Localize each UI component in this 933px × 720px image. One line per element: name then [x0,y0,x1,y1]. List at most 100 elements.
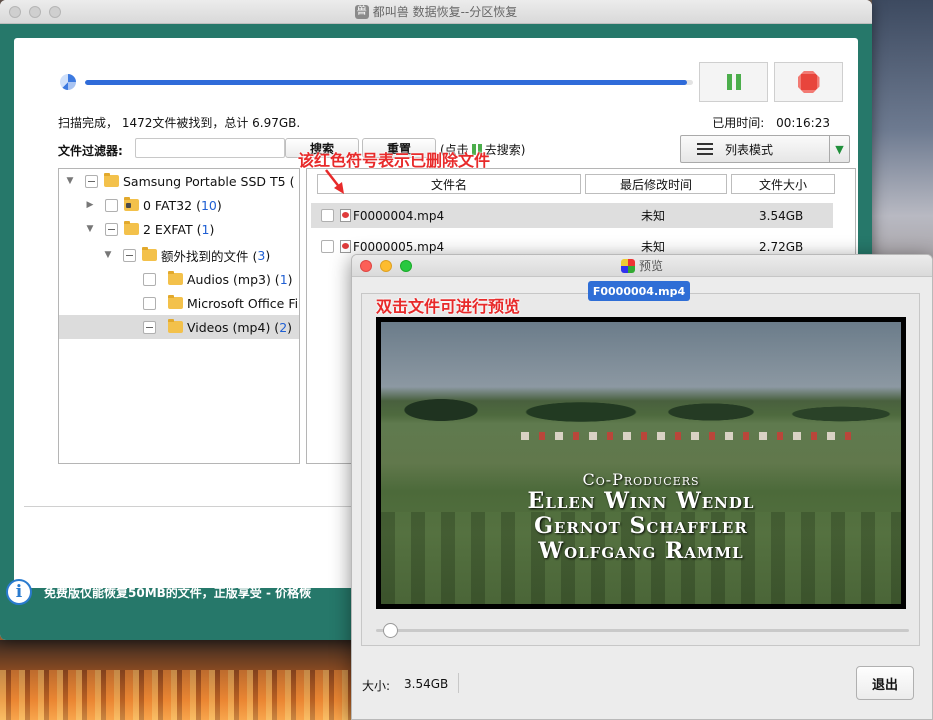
view-mode-select[interactable]: 列表模式 ▼ [680,135,850,163]
tree-item-suffix: ) [209,221,215,237]
expand-toggle-icon[interactable]: ▼ [85,224,95,234]
file-date: 未知 [641,209,666,223]
tree-item-label: Microsoft Office Fil [187,295,300,311]
tree-item-count: 10 [200,197,217,213]
tree-item-label: Audios (mp3) ( [187,271,280,287]
stop-icon [797,71,820,93]
tree-item-device[interactable]: ▼ Samsung Portable SSD T5 ( [59,169,299,193]
scan-status-text: 扫描完成， 1472文件被找到，总计 6.97GB. [58,116,301,130]
preview-size-value: 3.54GB [404,677,449,691]
preview-title-text: 预览 [638,259,663,273]
minimize-window-button[interactable] [380,260,392,272]
preview-app-icon [620,258,635,273]
pause-button[interactable] [699,62,768,102]
tree-item-label: Videos (mp4) ( [187,319,280,335]
tree-checkbox[interactable] [85,174,98,188]
zoom-window-button[interactable] [49,6,61,18]
tree-item-label: Samsung Portable SSD T5 ( [123,173,295,189]
preview-file-tab[interactable]: F0000004.mp4 [588,281,690,301]
column-header-size[interactable]: 文件大小 [731,174,835,194]
minimize-window-button[interactable] [29,6,41,18]
tree-item-extra-found[interactable]: ▼ 额外找到的文件 (3) [59,243,299,267]
playback-slider-thumb[interactable] [382,623,398,638]
zoom-window-button[interactable] [400,260,412,272]
folder-icon [104,173,119,187]
desktop-background-lower [0,640,360,720]
deleted-file-icon [340,209,351,222]
annotation-arrow-icon [325,169,344,194]
tree-item-fat32[interactable]: ▶ 0 FAT32 (10) [59,193,299,217]
loading-spinner-icon [60,74,76,90]
expand-toggle-icon[interactable]: ▶ [85,200,95,210]
elapsed-time: 已用时间: 00:16:23 [712,114,830,131]
exit-button[interactable]: 退出 [856,666,914,700]
tree-checkbox[interactable] [143,272,156,286]
hint-suffix: 去搜索) [484,143,526,157]
info-icon: i [6,579,32,605]
filter-input[interactable] [135,138,285,158]
video-player[interactable]: Co-Producers Ellen Winn Wendl Gernot Sch… [381,322,901,604]
tree-item-suffix: ) [287,319,293,335]
folder-icon [168,319,183,333]
list-view-icon [697,143,713,155]
tree-item-suffix: ) [265,247,271,263]
close-window-button[interactable] [360,260,372,272]
window-title: 兽 都叫兽 数据恢复--分区恢复 [354,3,518,20]
divider [458,673,459,693]
tree-item-label: 0 FAT32 ( [143,197,201,213]
file-size: 3.54GB [759,208,804,223]
tree-item-count: 1 [201,221,210,237]
tree-checkbox[interactable] [143,296,156,310]
playback-slider-track[interactable] [376,629,909,632]
expand-toggle-icon[interactable]: ▼ [103,250,113,260]
scan-progress-fill [85,80,687,85]
row-checkbox[interactable] [321,209,334,222]
preview-hint-annotation: 双击文件可进行预览 [376,297,521,316]
file-date: 未知 [641,240,666,254]
tree-checkbox[interactable] [143,320,156,334]
column-header-date[interactable]: 最后修改时间 [585,174,727,194]
tree-item-office[interactable]: Microsoft Office Fil [59,291,300,315]
tree-item-count: 2 [279,319,288,335]
window-title-text: 都叫兽 数据恢复--分区恢复 [372,5,518,19]
tree-item-count: 3 [257,247,266,263]
preview-titlebar[interactable]: 预览 [352,255,932,277]
tree-checkbox[interactable] [123,248,136,262]
window-controls [9,6,61,18]
tree-item-label: 额外找到的文件 ( [161,248,258,264]
chevron-down-icon[interactable]: ▼ [829,136,849,162]
main-titlebar[interactable]: 兽 都叫兽 数据恢复--分区恢复 [0,0,872,24]
app-icon: 兽 [354,4,369,19]
folder-icon [142,247,157,261]
column-header-name[interactable]: 文件名 [317,174,581,194]
tree-checkbox[interactable] [105,222,118,236]
video-frame: Co-Producers Ellen Winn Wendl Gernot Sch… [376,317,906,609]
credit-line: Gernot Schaffler [534,513,748,539]
close-window-button[interactable] [9,6,21,18]
elapsed-value: 00:16:23 [776,116,830,130]
tree-item-suffix: ) [287,271,293,287]
row-checkbox[interactable] [321,240,334,253]
stop-button[interactable] [774,62,843,102]
pause-icon [726,74,741,90]
video-credits: Co-Producers Ellen Winn Wendl Gernot Sch… [381,470,901,564]
folder-icon [124,221,139,235]
preview-size-label: 大小: [362,679,391,693]
tree-item-suffix: ) [216,197,222,213]
folder-icon [168,271,183,285]
tree-item-audios[interactable]: Audios (mp3) (1) [59,267,299,291]
file-size: 2.72GB [759,239,804,254]
tree-checkbox[interactable] [105,198,118,212]
elapsed-label: 已用时间: [712,116,765,130]
table-row[interactable]: F0000004.mp4 未知 3.54GB [311,203,833,228]
credit-line: Ellen Winn Wendl [527,488,755,514]
locked-folder-icon [124,197,139,211]
expand-toggle-icon[interactable]: ▼ [65,176,75,186]
credit-line: Co-Producers [582,470,700,489]
deleted-file-icon [340,240,351,253]
video-scene-houses [521,432,861,440]
tree-item-videos[interactable]: Videos (mp4) (2) [59,315,299,339]
tree-item-exfat[interactable]: ▼ 2 EXFAT (1) [59,217,299,241]
file-name: F0000004.mp4 [353,208,445,223]
preview-window-controls [360,260,412,272]
